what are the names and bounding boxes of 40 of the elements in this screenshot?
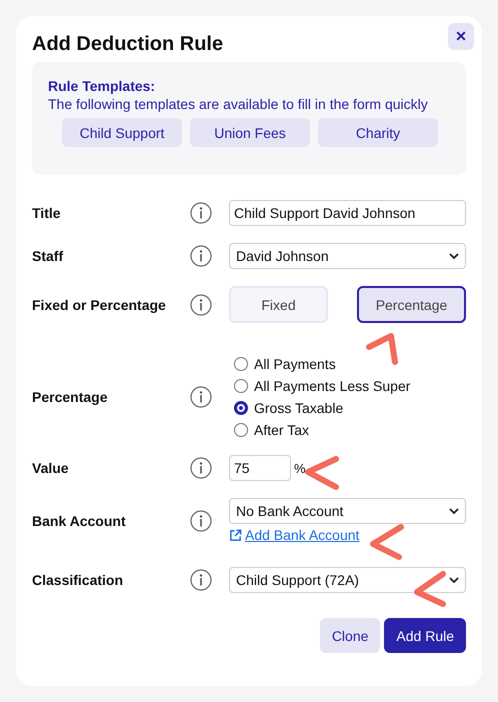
field-label: Title [32, 205, 62, 221]
external-link-icon [229, 528, 242, 542]
value-input[interactable]: 75 [229, 455, 291, 481]
clone-button[interactable]: Clone [320, 618, 380, 653]
unit-label: % [294, 460, 306, 476]
field-label: Staff [32, 248, 64, 264]
info-icon[interactable] [190, 294, 212, 316]
field-label: Percentage [32, 388, 108, 404]
radio-option[interactable]: All Payments Less Super [234, 377, 466, 394]
info-icon[interactable] [190, 245, 212, 267]
dialog-title: Add Deduction Rule [32, 33, 224, 56]
field-label: Bank Account [32, 512, 127, 528]
title-input[interactable]: Child Support David Johnson [229, 200, 466, 226]
select-field[interactable]: Child Support (72A) [229, 567, 466, 593]
templates-description: The following templates are available to fill in the form quickly [48, 96, 429, 112]
chevron-down-icon [449, 577, 459, 583]
chevron-down-icon [449, 253, 459, 259]
toggle-option[interactable]: Percentage [357, 286, 466, 323]
close-button[interactable]: × [448, 23, 474, 50]
info-icon[interactable] [190, 202, 212, 224]
info-icon[interactable] [190, 569, 212, 591]
add-rule-button[interactable]: Add Rule [384, 618, 466, 653]
radio-option[interactable]: After Tax [234, 421, 466, 438]
toggle-option[interactable]: Fixed [229, 286, 328, 323]
templates-heading: Rule Templates: [48, 78, 156, 94]
radio-option[interactable]: Gross Taxable [234, 399, 466, 416]
template-button[interactable]: Child Support [62, 118, 182, 147]
field-label: Value [32, 460, 70, 476]
info-icon[interactable] [190, 510, 212, 532]
chevron-down-icon [449, 508, 459, 514]
field-label: Fixed or Percentage [32, 296, 167, 312]
select-field[interactable]: No Bank Account [229, 498, 466, 524]
radio-option[interactable]: All Payments [234, 355, 466, 372]
template-button[interactable]: Union Fees [190, 118, 310, 147]
add-bank-account-link[interactable]: Add Bank Account [229, 527, 360, 543]
info-icon[interactable] [190, 386, 212, 408]
field-label: Classification [32, 572, 124, 588]
template-button[interactable]: Charity [318, 118, 438, 147]
select-field[interactable]: David Johnson [229, 243, 466, 269]
info-icon[interactable] [190, 457, 212, 479]
